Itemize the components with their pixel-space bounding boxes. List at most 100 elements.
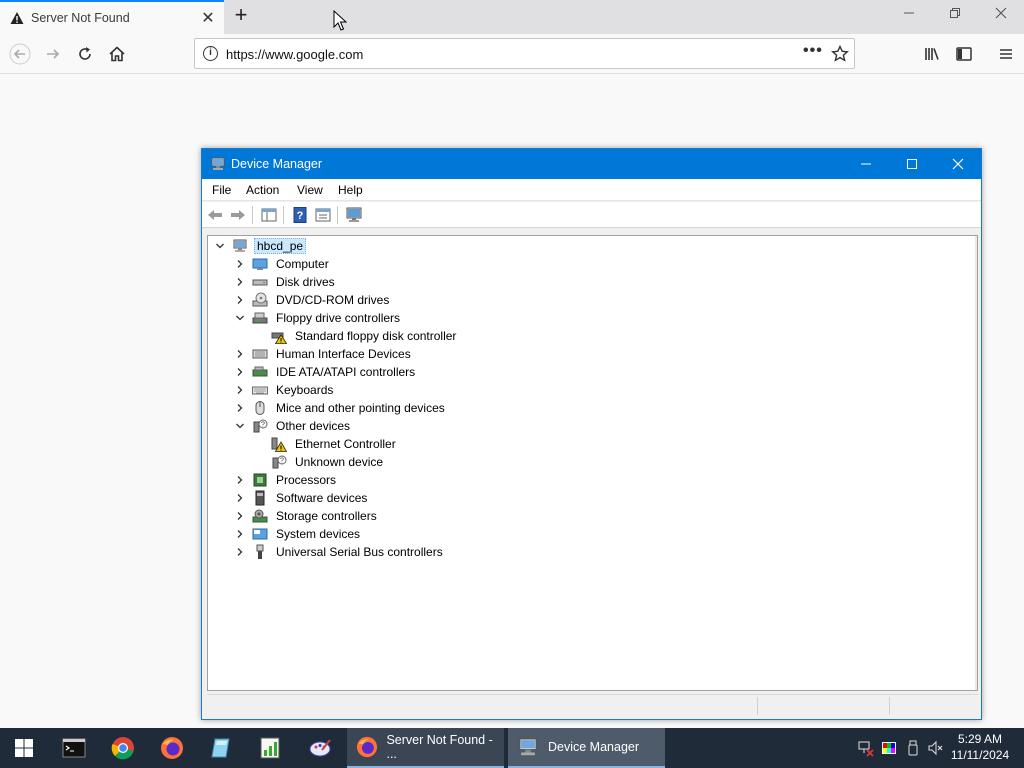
library-button[interactable] [920,42,944,66]
taskbar-chrome[interactable] [99,728,147,768]
sidebar-button[interactable] [952,42,976,66]
home-button[interactable] [105,42,129,66]
browser-close-button[interactable] [990,6,1012,26]
warning-icon [10,12,24,24]
tray-color-app[interactable] [879,738,899,758]
chevron-right-icon[interactable] [234,510,246,522]
tree-child-unknown-device[interactable]: ? Unknown device [271,453,385,471]
bookmark-star-icon[interactable] [831,45,849,63]
tree-item-processors[interactable]: Processors [234,471,338,489]
device-manager-window: Device Manager File Action View Help ? h… [201,148,982,720]
taskbar-app-firefox[interactable]: Server Not Found - ... [347,728,504,768]
menu-view[interactable]: View [297,183,323,197]
menu-action[interactable]: Action [246,183,279,197]
chevron-right-icon[interactable] [234,294,246,306]
tab-close-icon[interactable]: ✕ [196,8,220,28]
reload-button[interactable] [73,42,97,66]
browser-tab[interactable]: Server Not Found ✕ [0,0,224,34]
device-tree[interactable]: hbcd_pe Computer Disk drives DVD/CD-ROM … [207,235,978,691]
window-titlebar[interactable]: Device Manager [202,149,981,179]
ide-controller-icon [252,364,268,380]
browser-restore-button[interactable] [944,6,966,26]
tree-item-keyboards[interactable]: Keyboards [234,381,335,399]
chevron-right-icon[interactable] [234,528,246,540]
tree-child-standard-floppy-controller[interactable]: Standard floppy disk controller [271,327,458,345]
menu-help[interactable]: Help [338,183,363,197]
address-bar-url[interactable]: https://www.google.com [226,47,363,62]
chevron-right-icon[interactable] [234,258,246,270]
clock-time: 5:29 AM [957,732,1003,746]
taskbar-chart-tool[interactable] [246,728,294,768]
chevron-right-icon[interactable] [234,402,246,414]
close-button[interactable] [935,149,981,179]
chevron-right-icon[interactable] [234,384,246,396]
forward-button[interactable] [41,42,65,66]
taskbar-explorer-tool[interactable] [197,728,245,768]
tree-item-system-devices[interactable]: System devices [234,525,362,543]
tree-child-ethernet-controller[interactable]: Ethernet Controller [271,435,398,453]
browser-tab-bar: Server Not Found ✕ + [0,0,1024,34]
tree-item-label: DVD/CD-ROM drives [276,293,390,307]
chevron-down-icon[interactable] [234,312,246,324]
tree-item-label: Computer [276,257,329,271]
scan-hardware-icon[interactable] [345,206,363,224]
system-clock[interactable]: 5:29 AM 11/11/2024 [946,731,1014,763]
tree-root[interactable]: hbcd_pe [214,237,307,255]
show-hide-console-tree-icon[interactable] [260,206,278,224]
tree-scrollbar[interactable] [975,236,977,690]
hamburger-menu-icon [1000,49,1012,59]
chevron-right-icon[interactable] [234,348,246,360]
tree-item-software-devices[interactable]: Software devices [234,489,369,507]
tree-item-dvd-drives[interactable]: DVD/CD-ROM drives [234,291,391,309]
maximize-button[interactable] [889,149,935,179]
minimize-button[interactable] [843,149,889,179]
taskbar-terminal[interactable] [50,728,98,768]
tree-item-usb-controllers[interactable]: Universal Serial Bus controllers [234,543,445,561]
tree-item-mice[interactable]: Mice and other pointing devices [234,399,447,417]
window-title: Device Manager [231,157,323,171]
chevron-right-icon[interactable] [234,546,246,558]
taskbar-app-device-manager[interactable]: Device Manager [508,728,665,768]
tree-item-label: Unknown device [295,455,384,469]
menu-button[interactable] [994,42,1018,66]
tray-usb[interactable] [903,738,923,758]
start-button[interactable] [0,728,48,768]
address-bar[interactable]: i https://www.google.com ••• [194,38,855,69]
chevron-down-icon[interactable] [214,240,226,252]
chevron-right-icon[interactable] [234,492,246,504]
tree-item-label: Software devices [276,491,368,505]
tree-item-label: Human Interface Devices [276,347,411,361]
tray-volume[interactable] [926,738,946,758]
back-arrow-icon[interactable] [206,206,224,224]
forward-arrow-icon[interactable] [229,206,247,224]
dvd-drive-icon [252,292,268,308]
tree-item-other-devices[interactable]: ? Other devices [234,417,352,435]
tree-item-storage-controllers[interactable]: Storage controllers [234,507,379,525]
new-tab-button[interactable]: + [229,4,253,28]
help-icon[interactable]: ? [291,206,309,224]
chevron-right-icon[interactable] [234,366,246,378]
computer-icon [232,238,248,254]
tree-item-floppy-controllers[interactable]: Floppy drive controllers [234,309,402,327]
site-info-icon[interactable]: i [203,46,218,61]
tree-item-label: IDE ATA/ATAPI controllers [276,365,416,379]
taskbar-paint-tool[interactable] [296,728,344,768]
tree-item-disk-drives[interactable]: Disk drives [234,273,337,291]
chevron-right-icon[interactable] [234,474,246,486]
properties-icon[interactable] [314,206,332,224]
chevron-down-icon[interactable] [234,420,246,432]
chevron-right-icon[interactable] [234,276,246,288]
browser-minimize-button[interactable] [898,6,920,26]
minimize-icon [861,163,871,165]
tray-network[interactable] [856,738,876,758]
back-button[interactable] [8,42,32,66]
tree-item-ide-controllers[interactable]: IDE ATA/ATAPI controllers [234,363,417,381]
page-actions-icon[interactable]: ••• [803,42,823,60]
tree-item-hid[interactable]: Human Interface Devices [234,345,413,363]
maximize-icon [907,159,917,169]
menu-file[interactable]: File [212,183,231,197]
tree-item-computer[interactable]: Computer [234,255,331,273]
taskbar-firefox[interactable] [148,728,196,768]
device-manager-icon [516,735,540,759]
tree-item-label: Storage controllers [276,509,377,523]
